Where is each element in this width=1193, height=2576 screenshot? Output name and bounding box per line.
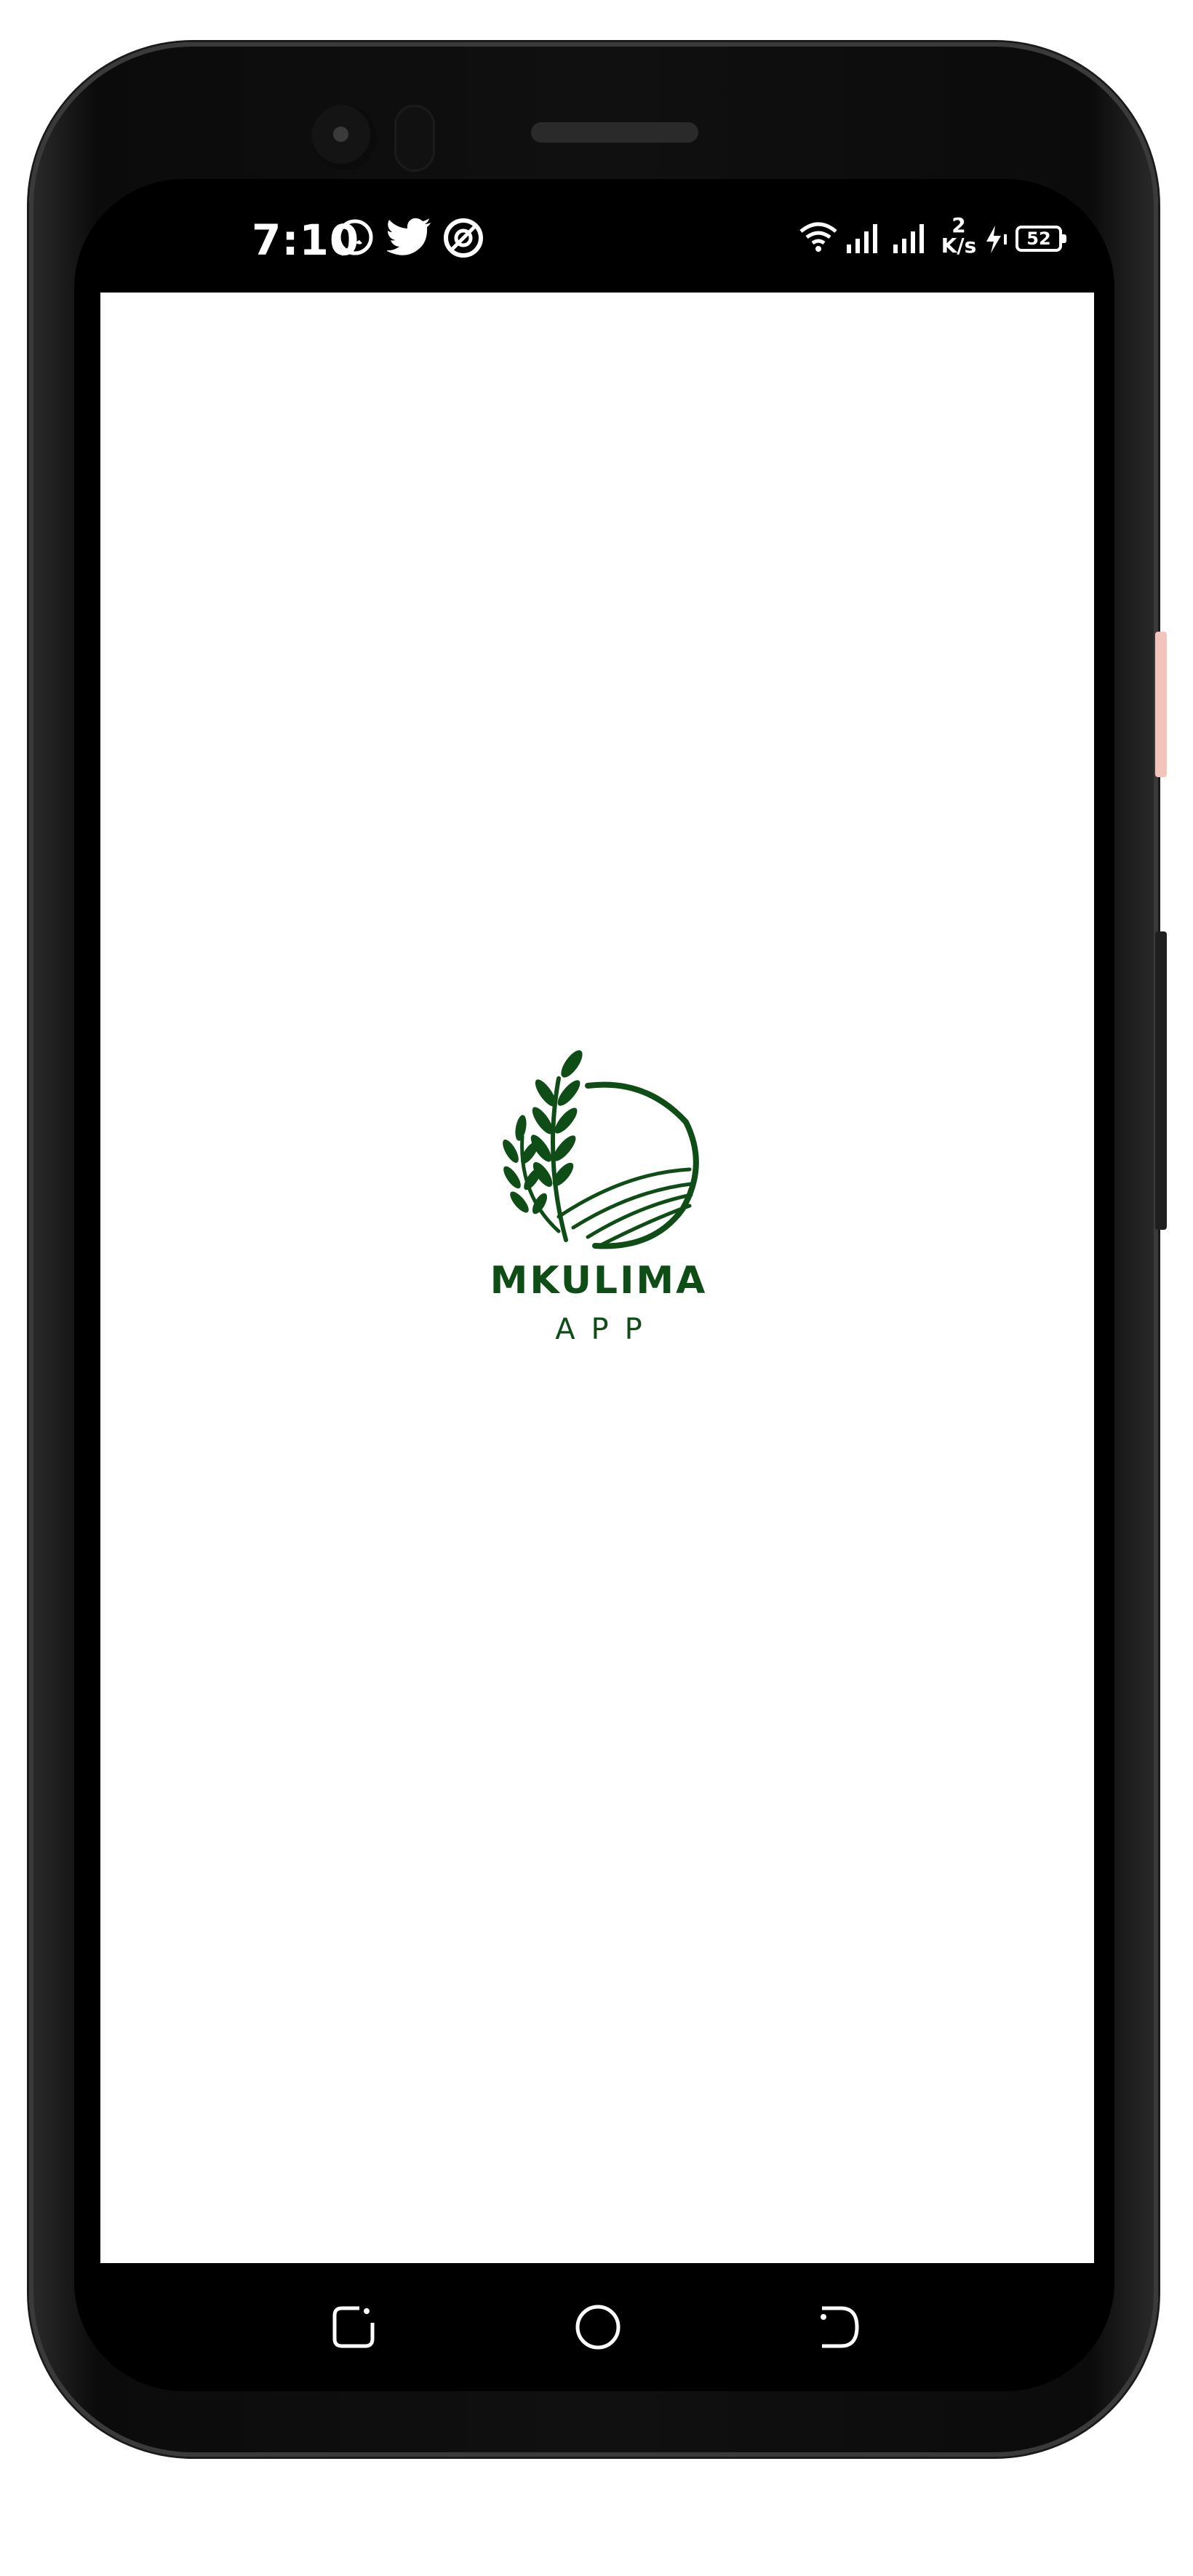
- data-speed-value: 2: [951, 213, 966, 237]
- wifi-icon: [799, 222, 837, 252]
- proximity-sensor: [394, 105, 435, 172]
- splash-logo: MKULIMA APP: [479, 1049, 719, 1399]
- home-icon[interactable]: [569, 2298, 627, 2356]
- brand-name: MKULIMA: [490, 1259, 708, 1303]
- brand-subtitle: APP: [555, 1313, 658, 1346]
- signal-icon: [893, 224, 924, 253]
- whatsapp-icon: [337, 219, 373, 256]
- data-speed: 2 K/s: [937, 215, 981, 256]
- status-bar: 7:10 2 K/s 52: [0, 196, 1193, 284]
- side-button: [1155, 632, 1167, 777]
- twitter-icon: [387, 218, 431, 255]
- signal-icon: [847, 224, 877, 253]
- wheat-field-logo-icon: [503, 1050, 699, 1249]
- earpiece-speaker: [531, 122, 698, 143]
- front-camera: [311, 105, 377, 170]
- navigation-bar: [0, 2263, 1193, 2394]
- recent-apps-icon[interactable]: [324, 2298, 383, 2356]
- charging-icon: [986, 226, 1007, 253]
- data-speed-unit: K/s: [941, 234, 977, 258]
- battery-icon: 52: [1016, 226, 1066, 252]
- app-splash-screen: MKULIMA APP: [100, 293, 1094, 2263]
- volume-button: [1155, 931, 1167, 1230]
- back-icon[interactable]: [810, 2298, 869, 2356]
- at-sign-icon: [444, 218, 483, 258]
